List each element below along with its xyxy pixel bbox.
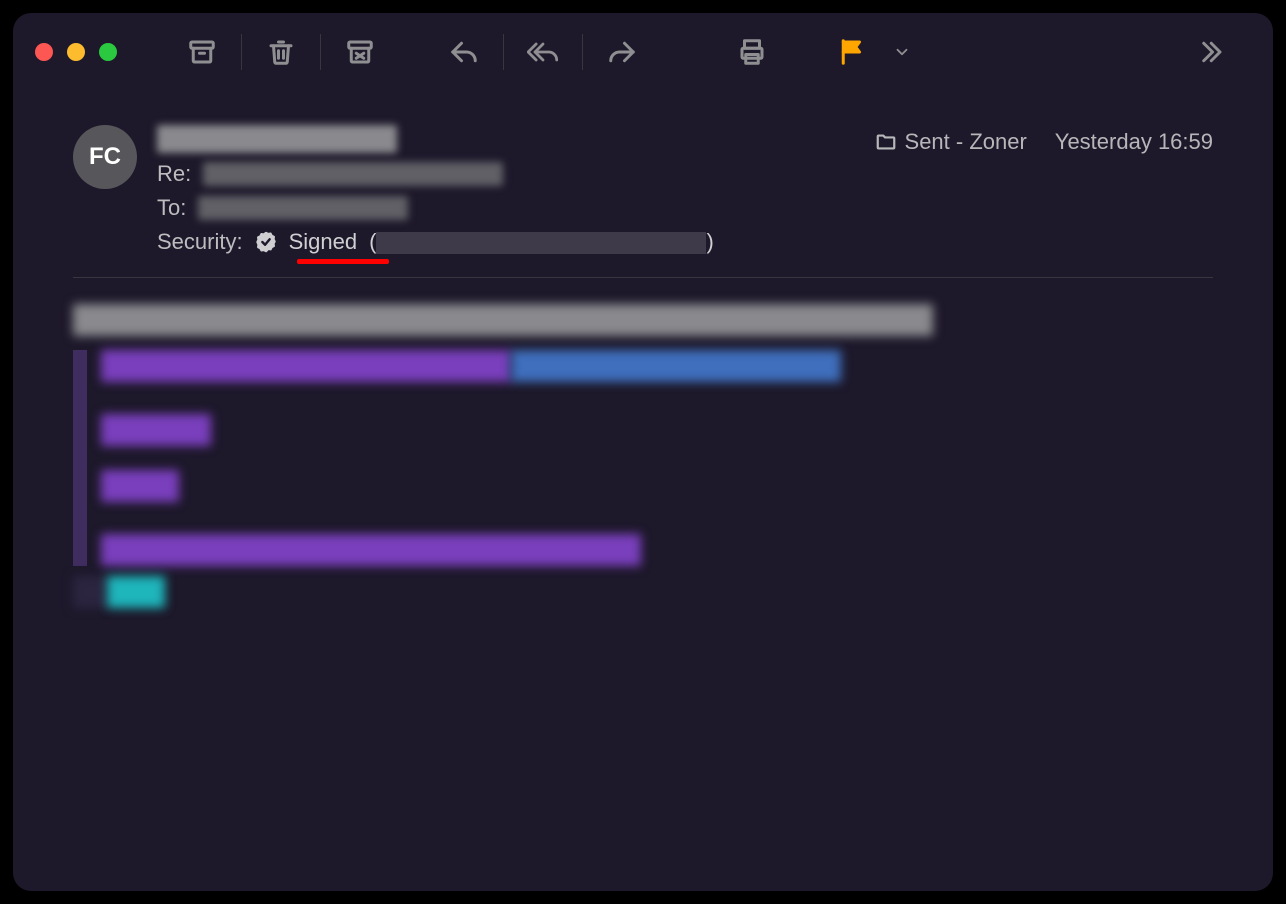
subject-prefix: Re: [157, 161, 191, 187]
to-label: To: [157, 195, 186, 221]
forward-button[interactable] [599, 29, 645, 75]
quote-line-redacted [101, 534, 1213, 566]
toolbar [13, 13, 1273, 91]
flag-icon [837, 37, 867, 67]
header-fields: Re: To: Security: Signed () [157, 125, 855, 255]
signed-underline-annotation [297, 259, 389, 264]
signed-seal-icon [255, 231, 277, 253]
folder-name: Sent - Zoner [905, 129, 1027, 155]
reply-all-button[interactable] [520, 29, 566, 75]
minimize-window-button[interactable] [67, 43, 85, 61]
security-label: Security: [157, 229, 243, 255]
reply-button[interactable] [441, 29, 487, 75]
header-divider [73, 277, 1213, 278]
junk-icon [345, 37, 375, 67]
security-paren-close: ) [706, 229, 713, 254]
message-body [13, 304, 1273, 622]
sender-avatar[interactable]: FC [73, 125, 137, 189]
to-redacted [198, 196, 408, 220]
quote-line-redacted [101, 414, 1213, 446]
from-line [157, 125, 855, 153]
security-paren-open: ( [369, 229, 376, 254]
signer-redacted [376, 232, 706, 254]
chevron-down-icon [893, 43, 911, 61]
trash-icon [266, 37, 296, 67]
chevron-double-right-icon [1195, 37, 1225, 67]
print-button[interactable] [729, 29, 775, 75]
toolbar-separator [503, 34, 504, 70]
flag-menu-button[interactable] [887, 29, 917, 75]
reply-all-icon [527, 37, 559, 67]
window-traffic-lights [35, 43, 117, 61]
quote-line-redacted [101, 470, 1213, 502]
avatar-initials: FC [89, 143, 121, 171]
mail-message-window: FC Re: To: Security: Signed [13, 13, 1273, 891]
subject-redacted [203, 162, 503, 186]
delete-button[interactable] [258, 29, 304, 75]
toolbar-separator [241, 34, 242, 70]
to-line: To: [157, 195, 855, 221]
security-value: Signed [289, 229, 358, 255]
junk-button[interactable] [337, 29, 383, 75]
toolbar-overflow-button[interactable] [1187, 29, 1233, 75]
folder-chip[interactable]: Sent - Zoner [875, 129, 1027, 155]
header-meta: Sent - Zoner Yesterday 16:59 [875, 129, 1213, 255]
folder-icon [875, 131, 897, 153]
body-line-redacted [73, 304, 1213, 336]
reply-icon [449, 37, 479, 67]
timestamp: Yesterday 16:59 [1055, 129, 1213, 155]
flag-button[interactable] [829, 29, 875, 75]
security-line: Security: Signed () [157, 229, 855, 255]
from-redacted [157, 125, 397, 153]
message-header: FC Re: To: Security: Signed [13, 91, 1273, 277]
subject-line: Re: [157, 161, 855, 187]
body-line-redacted [73, 576, 1213, 608]
print-icon [737, 37, 767, 67]
forward-icon [607, 37, 637, 67]
close-window-button[interactable] [35, 43, 53, 61]
zoom-window-button[interactable] [99, 43, 117, 61]
toolbar-separator [582, 34, 583, 70]
archive-button[interactable] [179, 29, 225, 75]
quote-line-redacted [101, 350, 1213, 382]
archive-icon [187, 37, 217, 67]
toolbar-separator [320, 34, 321, 70]
quoted-block [73, 350, 1213, 566]
